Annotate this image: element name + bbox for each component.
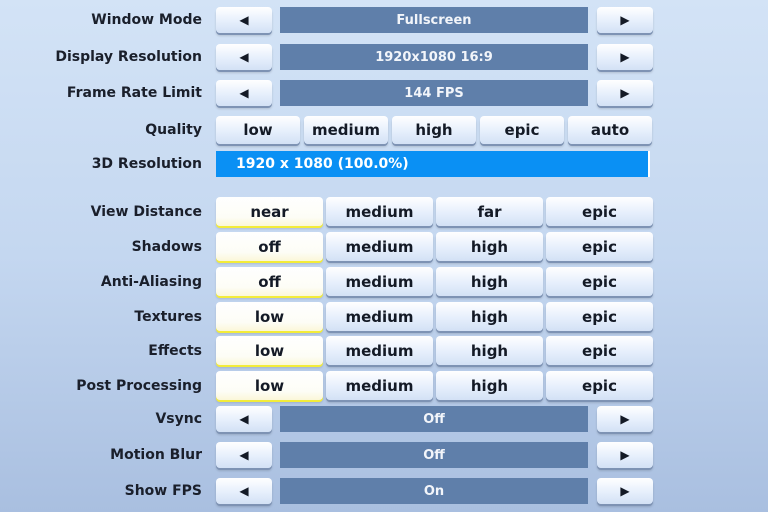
display-resolution-prev-button[interactable]: ◀ xyxy=(216,44,272,70)
show-fps-label: Show FPS xyxy=(124,483,202,499)
motion-blur-next-button[interactable]: ▶ xyxy=(597,442,653,468)
textures-option-low[interactable]: low xyxy=(216,302,323,331)
show-fps-prev-button[interactable]: ◀ xyxy=(216,478,272,504)
textures-option-high[interactable]: high xyxy=(436,302,543,331)
quality-option-low[interactable]: low xyxy=(216,116,300,144)
display-resolution-next-button[interactable]: ▶ xyxy=(597,44,653,70)
view-distance-option-far[interactable]: far xyxy=(436,197,543,226)
anti-aliasing-option-medium[interactable]: medium xyxy=(326,267,433,296)
effects-option-medium[interactable]: medium xyxy=(326,336,433,365)
arrow-left-icon: ◀ xyxy=(239,86,249,100)
arrow-left-icon: ◀ xyxy=(239,412,249,426)
effects-option-epic[interactable]: epic xyxy=(546,336,653,365)
view-distance-option-near[interactable]: near xyxy=(216,197,323,226)
anti-aliasing-option-off[interactable]: off xyxy=(216,267,323,296)
window-mode-prev-button[interactable]: ◀ xyxy=(216,7,272,33)
post-processing-option-high[interactable]: high xyxy=(436,371,543,400)
arrow-left-icon: ◀ xyxy=(239,13,249,27)
anti-aliasing-option-high[interactable]: high xyxy=(436,267,543,296)
effects-option-low[interactable]: low xyxy=(216,336,323,365)
3d-resolution-label: 3D Resolution xyxy=(91,156,202,172)
window-mode-value: Fullscreen xyxy=(280,7,588,33)
effects-option-high[interactable]: high xyxy=(436,336,543,365)
textures-label: Textures xyxy=(134,309,202,325)
post-processing-option-low[interactable]: low xyxy=(216,371,323,400)
show-fps-next-button[interactable]: ▶ xyxy=(597,478,653,504)
quality-option-auto[interactable]: auto xyxy=(568,116,652,144)
view-distance-option-medium[interactable]: medium xyxy=(326,197,433,226)
shadows-option-high[interactable]: high xyxy=(436,232,543,261)
post-processing-label: Post Processing xyxy=(76,378,202,394)
arrow-right-icon: ▶ xyxy=(620,484,630,498)
shadows-option-off[interactable]: off xyxy=(216,232,323,261)
frame-rate-limit-prev-button[interactable]: ◀ xyxy=(216,80,272,106)
motion-blur-value: Off xyxy=(280,442,588,468)
arrow-left-icon: ◀ xyxy=(239,448,249,462)
arrow-left-icon: ◀ xyxy=(239,484,249,498)
motion-blur-label: Motion Blur xyxy=(110,447,202,463)
view-distance-label: View Distance xyxy=(90,204,202,220)
display-resolution-label: Display Resolution xyxy=(55,49,202,65)
quality-label: Quality xyxy=(145,122,202,138)
quality-option-medium[interactable]: medium xyxy=(304,116,388,144)
frame-rate-limit-value: 144 FPS xyxy=(280,80,588,106)
textures-option-epic[interactable]: epic xyxy=(546,302,653,331)
vsync-next-button[interactable]: ▶ xyxy=(597,406,653,432)
anti-aliasing-label: Anti-Aliasing xyxy=(100,274,202,290)
show-fps-value: On xyxy=(280,478,588,504)
frame-rate-limit-label: Frame Rate Limit xyxy=(66,85,202,101)
view-distance-option-epic[interactable]: epic xyxy=(546,197,653,226)
effects-label: Effects xyxy=(148,343,202,359)
arrow-right-icon: ▶ xyxy=(620,448,630,462)
quality-option-epic[interactable]: epic xyxy=(480,116,564,144)
motion-blur-prev-button[interactable]: ◀ xyxy=(216,442,272,468)
post-processing-option-medium[interactable]: medium xyxy=(326,371,433,400)
display-resolution-value: 1920x1080 16:9 xyxy=(280,44,588,70)
window-mode-label: Window Mode xyxy=(91,12,202,28)
anti-aliasing-option-epic[interactable]: epic xyxy=(546,267,653,296)
arrow-left-icon: ◀ xyxy=(239,50,249,64)
vsync-prev-button[interactable]: ◀ xyxy=(216,406,272,432)
vsync-value: Off xyxy=(280,406,588,432)
vsync-label: Vsync xyxy=(155,411,202,427)
shadows-option-medium[interactable]: medium xyxy=(326,232,433,261)
arrow-right-icon: ▶ xyxy=(620,13,630,27)
window-mode-next-button[interactable]: ▶ xyxy=(597,7,653,33)
arrow-right-icon: ▶ xyxy=(620,412,630,426)
post-processing-option-epic[interactable]: epic xyxy=(546,371,653,400)
quality-option-high[interactable]: high xyxy=(392,116,476,144)
frame-rate-limit-next-button[interactable]: ▶ xyxy=(597,80,653,106)
shadows-option-epic[interactable]: epic xyxy=(546,232,653,261)
arrow-right-icon: ▶ xyxy=(620,50,630,64)
textures-option-medium[interactable]: medium xyxy=(326,302,433,331)
3d-resolution-slider[interactable]: 1920 x 1080 (100.0%) xyxy=(216,151,650,177)
shadows-label: Shadows xyxy=(131,239,202,255)
arrow-right-icon: ▶ xyxy=(620,86,630,100)
